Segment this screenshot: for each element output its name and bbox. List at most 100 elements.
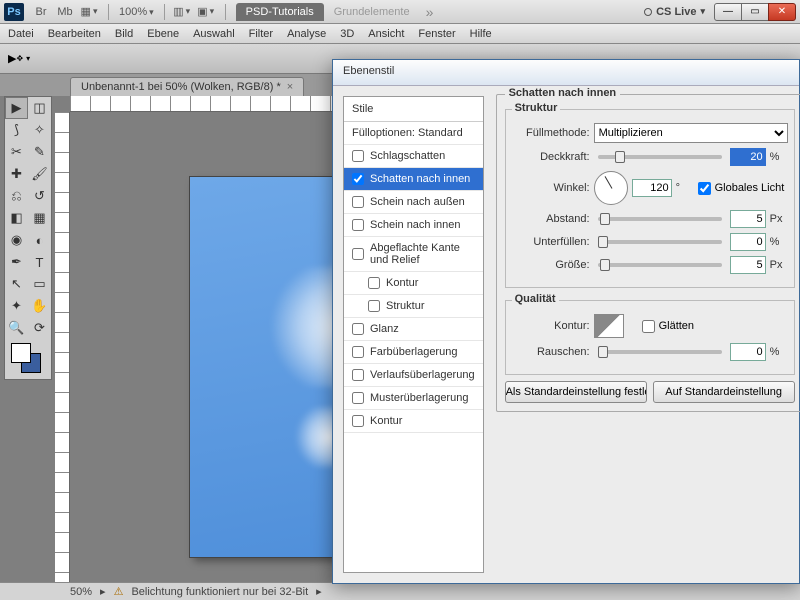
style-item[interactable]: Glanz bbox=[344, 318, 483, 341]
menu-fenster[interactable]: Fenster bbox=[418, 28, 455, 40]
blend-mode-select[interactable]: Multiplizieren bbox=[594, 123, 788, 143]
dodge-tool[interactable]: ◐ bbox=[28, 229, 51, 251]
menu-ansicht[interactable]: Ansicht bbox=[368, 28, 404, 40]
foreground-color-swatch[interactable] bbox=[11, 343, 31, 363]
style-item-label: Struktur bbox=[386, 300, 425, 312]
fill-options-item[interactable]: Fülloptionen: Standard bbox=[344, 122, 483, 145]
marquee-tool[interactable]: ◫ bbox=[28, 97, 51, 119]
distance-input[interactable] bbox=[730, 210, 766, 228]
clone-stamp-tool[interactable]: ⎌ bbox=[5, 185, 28, 207]
color-swatches[interactable] bbox=[5, 339, 51, 379]
style-item-checkbox[interactable] bbox=[352, 369, 364, 381]
style-item-checkbox[interactable] bbox=[352, 415, 364, 427]
menu-hilfe[interactable]: Hilfe bbox=[470, 28, 492, 40]
view-extras-icon[interactable]: ▥ bbox=[171, 3, 193, 21]
style-item[interactable]: Kontur bbox=[344, 410, 483, 433]
path-select-tool[interactable]: ↖ bbox=[5, 273, 28, 295]
noise-slider[interactable] bbox=[598, 350, 722, 354]
bridge-icon[interactable]: Br bbox=[30, 3, 52, 21]
antialias-checkbox[interactable] bbox=[642, 320, 655, 333]
history-brush-tool[interactable]: ↺ bbox=[28, 185, 51, 207]
menu-3d[interactable]: 3D bbox=[340, 28, 354, 40]
move-tool[interactable]: ▶ bbox=[5, 97, 28, 119]
size-slider[interactable] bbox=[598, 263, 722, 267]
minibridge-icon[interactable]: Mb bbox=[54, 3, 76, 21]
chevron-right-icon[interactable]: » bbox=[426, 4, 434, 20]
angle-input[interactable] bbox=[632, 179, 672, 197]
distance-slider[interactable] bbox=[598, 217, 722, 221]
choke-slider[interactable] bbox=[598, 240, 722, 244]
set-default-button[interactable]: Als Standardeinstellung festlegen bbox=[505, 381, 647, 403]
style-item-checkbox[interactable] bbox=[368, 277, 380, 289]
minimize-button[interactable]: — bbox=[714, 3, 742, 21]
style-item[interactable]: Abgeflachte Kante und Relief bbox=[344, 237, 483, 272]
move-tool-indicator[interactable]: ▶✥ ▾ bbox=[8, 52, 30, 65]
noise-input[interactable] bbox=[730, 343, 766, 361]
style-item[interactable]: Verlaufsüberlagerung bbox=[344, 364, 483, 387]
workspace-tab-grundelemente[interactable]: Grundelemente bbox=[324, 3, 420, 21]
maximize-button[interactable]: ▭ bbox=[741, 3, 769, 21]
style-item-checkbox[interactable] bbox=[352, 196, 364, 208]
document-tab[interactable]: Unbenannt-1 bei 50% (Wolken, RGB/8) * × bbox=[70, 77, 304, 96]
reset-default-button[interactable]: Auf Standardeinstellung bbox=[653, 381, 795, 403]
menu-filter[interactable]: Filter bbox=[249, 28, 273, 40]
menu-bild[interactable]: Bild bbox=[115, 28, 133, 40]
opacity-input[interactable] bbox=[730, 148, 766, 166]
magic-wand-tool[interactable]: ✧ bbox=[28, 119, 51, 141]
menu-bearbeiten[interactable]: Bearbeiten bbox=[48, 28, 101, 40]
shape-tool[interactable]: ▭ bbox=[28, 273, 51, 295]
style-item[interactable]: Struktur bbox=[344, 295, 483, 318]
contour-picker[interactable] bbox=[594, 314, 624, 338]
style-item[interactable]: Schlagschatten bbox=[344, 145, 483, 168]
style-item-checkbox[interactable] bbox=[352, 392, 364, 404]
workspace-tab-psd[interactable]: PSD-Tutorials bbox=[236, 3, 324, 21]
style-item[interactable]: Schatten nach innen bbox=[344, 168, 483, 191]
eraser-tool[interactable]: ◧ bbox=[5, 207, 28, 229]
layout-icon[interactable]: ▦ bbox=[78, 3, 100, 21]
style-item-checkbox[interactable] bbox=[352, 323, 364, 335]
gradient-tool[interactable]: ▦ bbox=[28, 207, 51, 229]
choke-input[interactable] bbox=[730, 233, 766, 251]
status-zoom[interactable]: 50% bbox=[70, 586, 92, 598]
crop-tool[interactable]: ✂ bbox=[5, 141, 28, 163]
angle-dial[interactable] bbox=[594, 171, 628, 205]
cs-live-button[interactable]: CS Live▾ bbox=[644, 6, 705, 18]
style-list-header[interactable]: Stile bbox=[344, 97, 483, 122]
style-item-checkbox[interactable] bbox=[352, 150, 364, 162]
menu-auswahl[interactable]: Auswahl bbox=[193, 28, 235, 40]
menu-analyse[interactable]: Analyse bbox=[287, 28, 326, 40]
style-item-checkbox[interactable] bbox=[352, 219, 364, 231]
dialog-title[interactable]: Ebenenstil bbox=[333, 60, 799, 86]
chevron-right-icon[interactable]: ▸ bbox=[316, 585, 322, 598]
style-item[interactable]: Schein nach außen bbox=[344, 191, 483, 214]
opacity-slider[interactable] bbox=[598, 155, 722, 159]
menu-ebene[interactable]: Ebene bbox=[147, 28, 179, 40]
brush-tool[interactable]: 🖌 bbox=[28, 163, 51, 185]
healing-brush-tool[interactable]: ✚ bbox=[5, 163, 28, 185]
style-item-checkbox[interactable] bbox=[352, 248, 364, 260]
3d-tool[interactable]: ✦ bbox=[5, 295, 28, 317]
style-item[interactable]: Schein nach innen bbox=[344, 214, 483, 237]
style-item-checkbox[interactable] bbox=[368, 300, 380, 312]
pen-tool[interactable]: ✒ bbox=[5, 251, 28, 273]
style-item-checkbox[interactable] bbox=[352, 173, 364, 185]
hand-tool[interactable]: ✋ bbox=[28, 295, 51, 317]
rotate-view-tool[interactable]: ⟳ bbox=[28, 317, 51, 339]
eyedropper-tool[interactable]: ✎ bbox=[28, 141, 51, 163]
menu-datei[interactable]: Datei bbox=[8, 28, 34, 40]
close-button[interactable]: ✕ bbox=[768, 3, 796, 21]
chevron-right-icon[interactable]: ▸ bbox=[100, 585, 106, 598]
global-light-checkbox[interactable] bbox=[698, 182, 711, 195]
style-item[interactable]: Musterüberlagerung bbox=[344, 387, 483, 410]
screen-mode-icon[interactable]: ▣ bbox=[195, 3, 217, 21]
zoom-tool[interactable]: 🔍 bbox=[5, 317, 28, 339]
lasso-tool[interactable]: ⟆ bbox=[5, 119, 28, 141]
style-item[interactable]: Farbüberlagerung bbox=[344, 341, 483, 364]
style-item[interactable]: Kontur bbox=[344, 272, 483, 295]
blur-tool[interactable]: ◉ bbox=[5, 229, 28, 251]
style-item-checkbox[interactable] bbox=[352, 346, 364, 358]
type-tool[interactable]: T bbox=[28, 251, 51, 273]
close-tab-icon[interactable]: × bbox=[287, 81, 293, 93]
zoom-level[interactable]: 100% bbox=[119, 6, 154, 18]
size-input[interactable] bbox=[730, 256, 766, 274]
